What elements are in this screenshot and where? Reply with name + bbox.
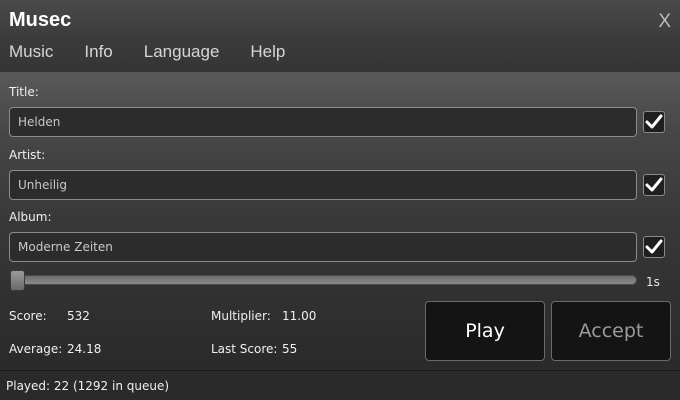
menu-item-language[interactable]: Language: [144, 42, 220, 62]
last-score-value: 55: [282, 342, 298, 356]
album-field[interactable]: Moderne Zeiten: [9, 232, 637, 262]
menu-item-music[interactable]: Music: [9, 42, 53, 62]
slider-value-label: 1s: [646, 275, 660, 289]
title-bar: Musec X Music Info Language Help: [0, 0, 680, 72]
artist-label: Artist:: [9, 148, 46, 162]
artist-checkbox[interactable]: [643, 174, 665, 196]
status-bar: Played: 22 (1292 in queue): [0, 370, 680, 400]
album-checkbox[interactable]: [643, 236, 665, 258]
album-label: Album:: [9, 210, 52, 224]
multiplier-label: Multiplier:: [211, 309, 271, 323]
time-slider-track[interactable]: [10, 275, 637, 285]
accept-button[interactable]: Accept: [551, 301, 671, 361]
checkmark-icon: [645, 177, 663, 192]
main-window: Musec X Music Info Language Help Title: …: [0, 0, 680, 400]
average-label: Average:: [9, 342, 63, 356]
title-label: Title:: [9, 85, 39, 99]
last-score-label: Last Score:: [211, 342, 278, 356]
title-checkbox[interactable]: [643, 111, 665, 133]
play-button[interactable]: Play: [425, 301, 545, 361]
app-title: Musec: [9, 9, 72, 31]
checkmark-icon: [645, 239, 663, 254]
average-value: 24.18: [67, 342, 102, 356]
menu-item-info[interactable]: Info: [84, 42, 112, 62]
artist-field[interactable]: Unheilig: [9, 170, 637, 200]
checkmark-icon: [645, 114, 663, 129]
score-value: 532: [67, 309, 90, 323]
menu-item-help[interactable]: Help: [250, 42, 285, 62]
menu-bar: Music Info Language Help: [9, 42, 285, 62]
time-slider-handle[interactable]: [10, 270, 25, 291]
close-button[interactable]: X: [658, 11, 671, 33]
multiplier-value: 11.00: [282, 309, 317, 323]
title-field[interactable]: Helden: [9, 107, 637, 137]
score-label: Score:: [9, 309, 47, 323]
